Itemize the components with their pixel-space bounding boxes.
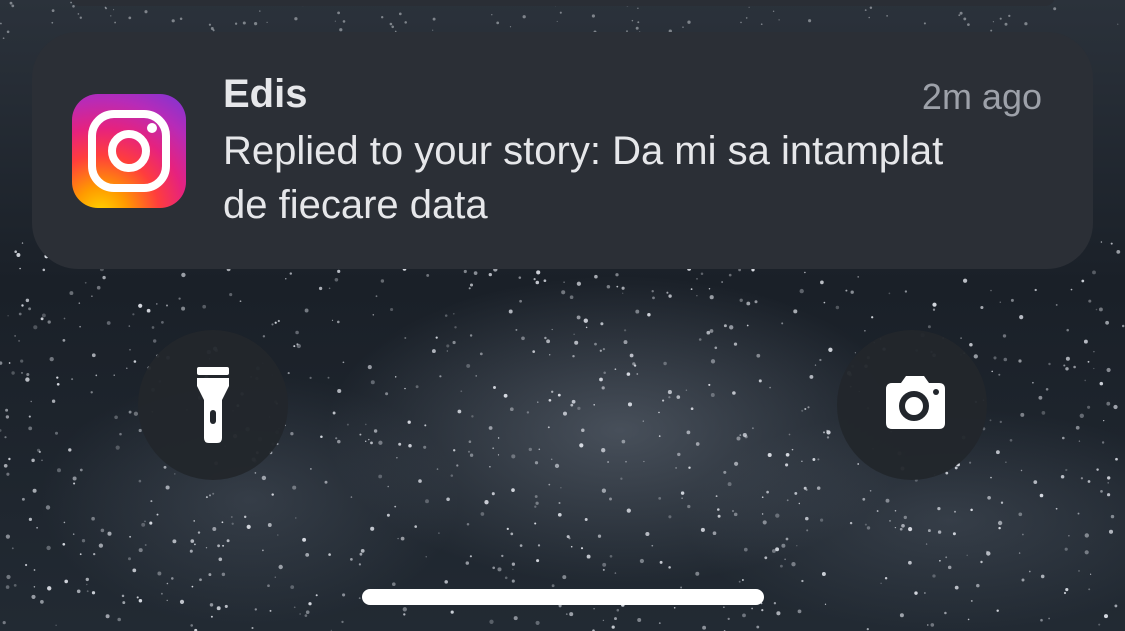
- home-indicator[interactable]: [362, 589, 764, 605]
- notification-sender: Edis: [223, 72, 308, 116]
- notification-time: 2m ago: [921, 76, 1042, 117]
- flashlight-icon: [197, 367, 229, 443]
- flashlight-button[interactable]: [138, 330, 288, 480]
- previous-notification-edge: [70, 0, 1055, 6]
- notification-message: Replied to your story: Da mi sa intampla…: [223, 129, 944, 227]
- instagram-icon: [72, 94, 186, 208]
- camera-button[interactable]: [837, 330, 987, 480]
- camera-icon: [886, 376, 945, 429]
